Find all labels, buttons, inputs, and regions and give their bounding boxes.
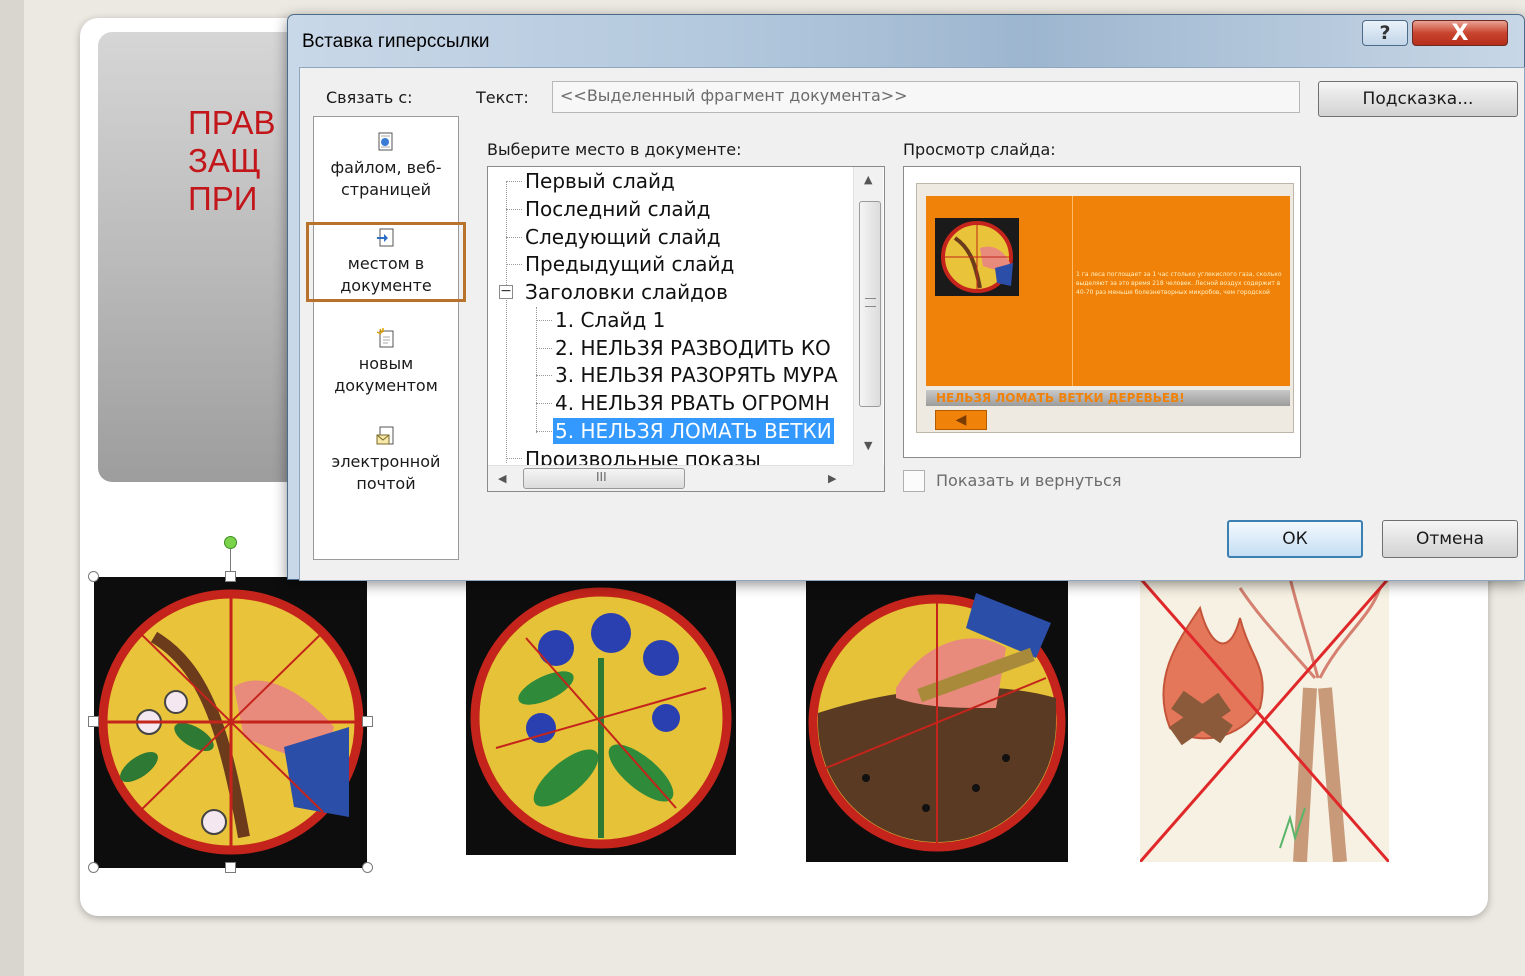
resize-handle-top[interactable] (225, 571, 236, 582)
tree-item-slide-4[interactable]: 4. НЕЛЬЗЯ РВАТЬ ОГРОМН (555, 390, 830, 416)
thumb-grip-icon (865, 298, 876, 307)
link-option-label: файлом, веб- страницей (330, 158, 442, 199)
tree-guide-line (506, 237, 522, 238)
link-option-label: новым документом (334, 354, 438, 395)
tree-guide-line (536, 403, 552, 404)
text-label: Текст: (476, 88, 529, 107)
tree-item-last-slide[interactable]: Последний слайд (525, 196, 710, 222)
tree-guide-line (536, 307, 537, 433)
preview-back-arrow-icon: ◀ (935, 410, 987, 430)
tree-item-next-slide[interactable]: Следующий слайд (525, 224, 721, 250)
scroll-right-icon[interactable]: ▶ (828, 472, 836, 485)
scroll-thumb-horizontal[interactable]: III (523, 468, 685, 489)
tree-item-slide-2[interactable]: 2. НЕЛЬЗЯ РАЗВОДИТЬ КО (555, 335, 831, 361)
tree-guide-line (506, 264, 522, 265)
scroll-down-icon[interactable]: ▼ (864, 439, 872, 452)
resize-handle-left[interactable] (88, 716, 99, 727)
picture-no-fire-drawing (1140, 578, 1389, 862)
picture-anthill-drawing (806, 578, 1068, 862)
cancel-button[interactable]: Отмена (1382, 520, 1518, 558)
tree-guide-line (536, 375, 552, 376)
link-option-label: электронной почтой (331, 452, 441, 493)
document-places-tree[interactable]: Первый слайд Последний слайд Следующий с… (487, 166, 885, 492)
tree-item-previous-slide[interactable]: Предыдущий слайд (525, 251, 734, 277)
preview-picture (935, 218, 1019, 296)
slide-picture-branch[interactable] (94, 577, 367, 868)
link-with-label: Связать с: (326, 88, 413, 107)
scroll-left-icon[interactable]: ◀ (498, 472, 506, 485)
window-left-edge (0, 0, 24, 976)
slide-picture-anthill[interactable] (806, 578, 1068, 862)
dialog-title: Вставка гиперссылки (302, 31, 490, 52)
thumb-grip-icon: III (596, 470, 607, 484)
show-and-return-label: Показать и вернуться (936, 471, 1122, 490)
link-option-new-document[interactable]: новым документом (314, 327, 458, 397)
collapse-icon[interactable]: − (499, 284, 513, 299)
link-option-email[interactable]: электронной почтой (314, 425, 458, 495)
text-to-display-field[interactable]: <<Выделенный фрагмент документа>> (552, 81, 1300, 113)
document-place-icon (377, 228, 394, 247)
slide-preview: 1 га леса поглощает за 1 час столько угл… (903, 166, 1301, 458)
email-icon (376, 426, 394, 445)
preview-branch-icon (941, 221, 1013, 293)
tree-guide-line (506, 458, 522, 459)
help-button[interactable]: ? (1362, 20, 1408, 46)
file-web-icon (378, 132, 393, 151)
tree-item-first-slide[interactable]: Первый слайд (525, 168, 675, 194)
tree-guide-line (536, 431, 552, 432)
tree-guide-line (506, 209, 522, 210)
close-button[interactable]: X (1412, 20, 1508, 46)
preview-title-band: НЕЛЬЗЯ ЛОМАТЬ ВЕТКИ ДЕРЕВЬЕВ! (926, 390, 1290, 406)
ok-button[interactable]: ОК (1227, 520, 1363, 558)
picture-branch-drawing (94, 577, 367, 868)
resize-handle-top-left[interactable] (88, 571, 99, 582)
tree-guide-line (506, 181, 507, 463)
tree-item-slide-3[interactable]: 3. НЕЛЬЗЯ РАЗОРЯТЬ МУРА (555, 362, 838, 388)
link-option-label: местом в документе (340, 254, 432, 295)
screen-tip-button[interactable]: Подсказка... (1318, 81, 1518, 117)
scroll-up-icon[interactable]: ▲ (864, 173, 872, 186)
preview-slide-thumbnail: 1 га леса поглощает за 1 час столько угл… (916, 183, 1294, 433)
tree-horizontal-scrollbar[interactable]: ◀ III ▶ (488, 465, 853, 491)
screen-tip-button-label: Подсказка... (1362, 89, 1474, 109)
tree-item-slide-titles[interactable]: Заголовки слайдов (525, 279, 728, 305)
rotation-handle[interactable] (224, 536, 237, 549)
resize-handle-right[interactable] (362, 716, 373, 727)
slide-picture-no-fire[interactable] (1140, 578, 1389, 862)
link-option-file-web-page[interactable]: файлом, веб- страницей (314, 131, 458, 201)
resize-handle-bottom[interactable] (225, 862, 236, 873)
resize-handle-bottom-left[interactable] (88, 862, 99, 873)
show-and-return-checkbox[interactable] (903, 470, 925, 492)
link-option-place-in-document[interactable]: местом в документе (306, 222, 466, 302)
scrollbar-corner (853, 465, 884, 491)
cancel-button-label: Отмена (1415, 529, 1485, 549)
tree-guide-line (536, 320, 552, 321)
tree-guide-line (506, 181, 522, 182)
insert-hyperlink-dialog[interactable]: Вставка гиперссылки ? X Связать с: файло… (287, 14, 1525, 581)
slide-preview-label: Просмотр слайда: (903, 140, 1056, 159)
help-icon: ? (1379, 22, 1391, 44)
dialog-body: Связать с: файлом, веб- страницей местом… (299, 67, 1525, 581)
new-document-icon (376, 328, 394, 348)
preview-orange-background: 1 га леса поглощает за 1 час столько угл… (926, 196, 1290, 386)
resize-handle-bottom-right[interactable] (362, 862, 373, 873)
tree-item-slide-1[interactable]: 1. Слайд 1 (555, 307, 665, 333)
slide-title[interactable]: ПРАВ ЗАЩ ПРИ (188, 104, 288, 218)
place-in-document-label: Выберите место в документе: (487, 140, 742, 159)
tree-guide-line (536, 348, 552, 349)
preview-body-text: 1 га леса поглощает за 1 час столько угл… (1076, 271, 1282, 296)
scroll-thumb-vertical[interactable] (859, 201, 881, 407)
slide-picture-flowers[interactable] (466, 578, 736, 855)
link-type-bar: файлом, веб- страницей местом в документ… (306, 116, 466, 560)
tree-vertical-scrollbar[interactable]: ▲ ▼ (853, 167, 883, 465)
picture-flowers-drawing (466, 578, 736, 855)
ok-button-label: ОК (1282, 529, 1308, 549)
close-icon: X (1451, 20, 1469, 46)
tree-item-slide-5-selected[interactable]: 5. НЕЛЬЗЯ ЛОМАТЬ ВЕТКИ (552, 417, 835, 445)
